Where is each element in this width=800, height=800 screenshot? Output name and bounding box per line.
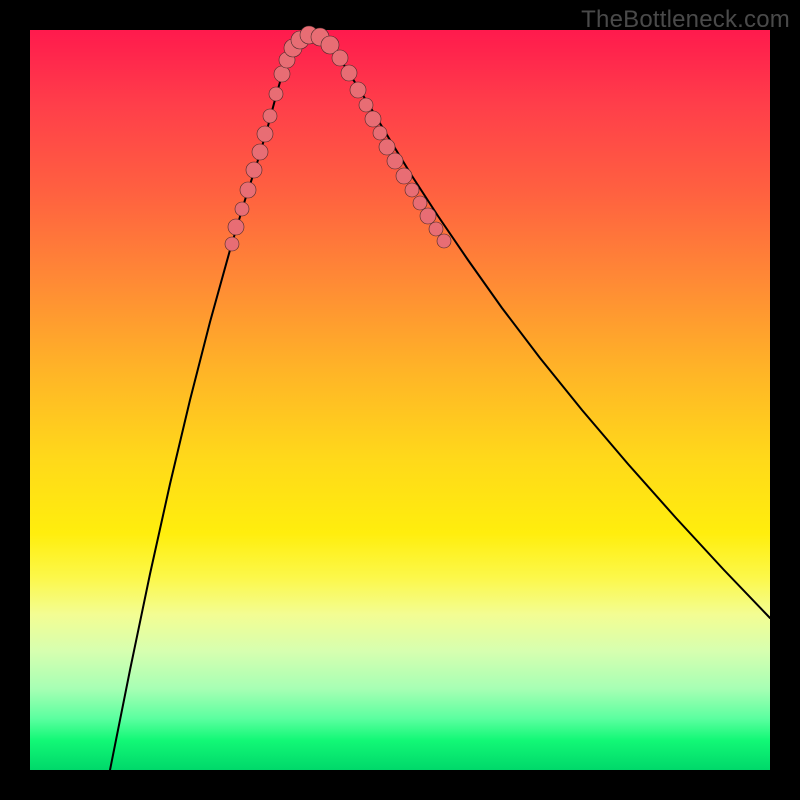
data-marker [332,50,348,66]
chart-plot-area [30,30,770,770]
data-marker [269,87,283,101]
data-marker [365,111,381,127]
data-marker [379,139,395,155]
data-marker [235,202,249,216]
data-marker [225,237,239,251]
marker-group [225,26,451,251]
data-marker [274,66,290,82]
curve-group [110,34,770,770]
data-marker [228,219,244,235]
data-marker [350,82,366,98]
data-marker [257,126,273,142]
data-marker [405,183,419,197]
chart-svg [30,30,770,770]
data-marker [252,144,268,160]
data-marker [396,168,412,184]
data-marker [341,65,357,81]
watermark-text: TheBottleneck.com [581,6,790,34]
data-marker [413,196,427,210]
data-marker [359,98,373,112]
data-marker [246,162,262,178]
data-marker [387,153,403,169]
data-marker [420,208,436,224]
data-marker [429,222,443,236]
data-marker [437,234,451,248]
data-marker [373,126,387,140]
data-marker [240,182,256,198]
data-marker [263,109,277,123]
curve-left-curve [110,34,310,770]
